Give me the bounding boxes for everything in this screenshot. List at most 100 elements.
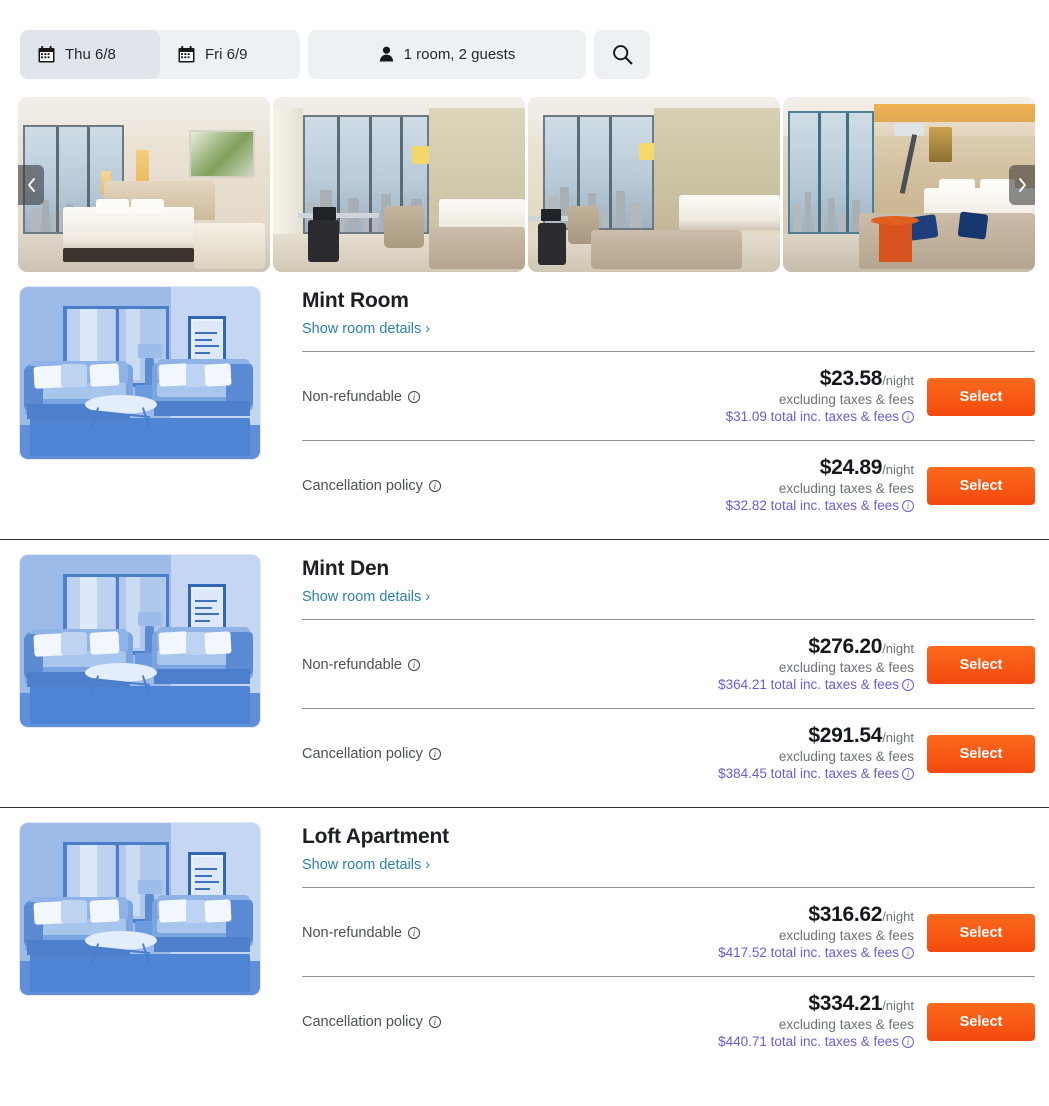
price-excluding-note: excluding taxes & fees bbox=[778, 391, 914, 407]
price-total-link[interactable]: $440.71 total inc. taxes & fees i bbox=[718, 1034, 914, 1050]
room-title: Loft Apartment bbox=[302, 825, 449, 848]
rate-policy-label: Cancellation policy bbox=[302, 1014, 423, 1030]
occupancy-field[interactable]: 1 room, 2 guests bbox=[308, 29, 586, 79]
info-icon[interactable]: i bbox=[902, 946, 914, 959]
chevron-right-icon: › bbox=[421, 321, 431, 337]
price-line: $23.58/night bbox=[726, 367, 914, 392]
show-room-details-link[interactable]: Show room details › bbox=[302, 321, 430, 337]
price-per-night: $291.54 bbox=[808, 724, 883, 748]
rate-row: Cancellation policy i $291.54/night excl… bbox=[302, 708, 1035, 797]
price-unit: /night bbox=[882, 998, 914, 1014]
carousel-prev-button[interactable] bbox=[18, 164, 44, 205]
select-button[interactable]: Select bbox=[927, 914, 1035, 952]
rate-row: Cancellation policy i $24.89/night exclu… bbox=[302, 440, 1035, 529]
info-icon[interactable]: i bbox=[407, 927, 420, 939]
info-icon[interactable]: i bbox=[902, 1035, 914, 1048]
room-photo-desk-lounge bbox=[273, 97, 525, 272]
rate-price-block: $291.54/night excluding taxes & fees $38… bbox=[718, 724, 927, 784]
rate-policy: Non-refundable i bbox=[302, 657, 718, 673]
info-icon[interactable]: i bbox=[428, 748, 441, 760]
room-photo-bed-lamp bbox=[783, 97, 1035, 272]
room-thumbnail[interactable] bbox=[20, 287, 260, 459]
rate-price-block: $276.20/night excluding taxes & fees $36… bbox=[718, 635, 927, 695]
info-icon[interactable]: i bbox=[407, 391, 420, 403]
price-total-line: $31.09 total inc. taxes & fees i bbox=[726, 408, 914, 427]
price-total-link[interactable]: $364.21 total inc. taxes & fees i bbox=[718, 677, 914, 693]
rate-policy: Cancellation policy i bbox=[302, 746, 718, 762]
price-per-night: $276.20 bbox=[808, 635, 883, 659]
carousel-slide[interactable] bbox=[273, 97, 525, 272]
price-total-label: $417.52 total inc. taxes & fees bbox=[718, 944, 899, 960]
price-per-night: $334.21 bbox=[808, 992, 883, 1016]
chevron-right-icon: › bbox=[421, 857, 431, 873]
price-per-night: $24.89 bbox=[819, 456, 883, 480]
rate-price-block: $334.21/night excluding taxes & fees $44… bbox=[718, 992, 927, 1052]
rate-row: Cancellation policy i $334.21/night excl… bbox=[302, 976, 1035, 1065]
show-room-details-link[interactable]: Show room details › bbox=[302, 589, 430, 605]
select-button[interactable]: Select bbox=[927, 467, 1035, 505]
price-line: $24.89/night bbox=[726, 456, 914, 481]
select-button[interactable]: Select bbox=[927, 1003, 1035, 1041]
info-icon[interactable]: i bbox=[428, 480, 441, 492]
select-button[interactable]: Select bbox=[927, 735, 1035, 773]
price-total-line: $364.21 total inc. taxes & fees i bbox=[718, 676, 914, 695]
show-room-details-link[interactable]: Show room details › bbox=[302, 857, 430, 873]
price-excluding-note: excluding taxes & fees bbox=[778, 748, 914, 764]
check-in-field[interactable]: Thu 6/8 bbox=[20, 29, 160, 79]
price-total-link[interactable]: $417.52 total inc. taxes & fees i bbox=[718, 945, 914, 961]
room-list: Mint Room Show room details › Non-refund… bbox=[0, 272, 1049, 1075]
calendar-icon bbox=[38, 45, 55, 63]
photo-carousel bbox=[18, 97, 1035, 272]
price-total-label: $384.45 total inc. taxes & fees bbox=[718, 765, 899, 781]
search-button[interactable] bbox=[594, 29, 650, 79]
price-unit: /night bbox=[882, 373, 914, 389]
price-unit: /night bbox=[882, 909, 914, 925]
price-per-night: $23.58 bbox=[819, 367, 883, 391]
room-thumbnail[interactable] bbox=[20, 823, 260, 995]
carousel-slide[interactable] bbox=[528, 97, 780, 272]
info-icon[interactable]: i bbox=[902, 410, 914, 423]
price-total-link[interactable]: $32.82 total inc. taxes & fees i bbox=[726, 498, 914, 514]
rate-policy: Non-refundable i bbox=[302, 925, 718, 941]
rate-policy: Non-refundable i bbox=[302, 389, 726, 405]
room-section: Loft Apartment Show room details › Non-r… bbox=[0, 807, 1049, 1075]
room-title: Mint Den bbox=[302, 557, 390, 580]
show-room-details-label: Show room details bbox=[302, 857, 422, 873]
info-icon[interactable]: i bbox=[902, 767, 914, 780]
room-thumbnail[interactable] bbox=[20, 555, 260, 727]
rate-policy-label: Non-refundable bbox=[302, 657, 402, 673]
room-section: Mint Den Show room details › Non-refunda… bbox=[0, 539, 1049, 807]
carousel-slide[interactable] bbox=[783, 97, 1035, 272]
info-icon[interactable]: i bbox=[902, 499, 914, 512]
price-total-link[interactable]: $384.45 total inc. taxes & fees i bbox=[718, 766, 914, 782]
price-line: $276.20/night bbox=[718, 635, 914, 660]
price-total-label: $364.21 total inc. taxes & fees bbox=[718, 676, 899, 692]
room-title: Mint Room bbox=[302, 289, 409, 312]
rate-price-block: $24.89/night excluding taxes & fees $32.… bbox=[726, 456, 927, 516]
rate-row: Non-refundable i $23.58/night excluding … bbox=[302, 351, 1035, 440]
chevron-right-icon: › bbox=[421, 589, 431, 605]
check-out-value: Fri 6/9 bbox=[205, 45, 248, 63]
rate-policy: Cancellation policy i bbox=[302, 478, 726, 494]
carousel-next-button[interactable] bbox=[1009, 164, 1035, 205]
carousel-slide[interactable] bbox=[18, 97, 270, 272]
price-total-line: $440.71 total inc. taxes & fees i bbox=[718, 1033, 914, 1052]
price-total-label: $31.09 total inc. taxes & fees bbox=[725, 408, 899, 424]
check-out-field[interactable]: Fri 6/9 bbox=[160, 29, 300, 79]
select-button[interactable]: Select bbox=[927, 378, 1035, 416]
rate-policy-label: Cancellation policy bbox=[302, 746, 423, 762]
person-icon bbox=[379, 46, 394, 62]
rate-policy-label: Non-refundable bbox=[302, 389, 402, 405]
price-excluding-note: excluding taxes & fees bbox=[778, 480, 914, 496]
rate-price-block: $316.62/night excluding taxes & fees $41… bbox=[718, 903, 927, 963]
price-total-link[interactable]: $31.09 total inc. taxes & fees i bbox=[726, 409, 914, 425]
info-icon[interactable]: i bbox=[407, 659, 420, 671]
occupancy-value: 1 room, 2 guests bbox=[403, 45, 516, 63]
price-unit: /night bbox=[882, 462, 914, 478]
search-icon bbox=[612, 44, 633, 65]
price-excluding-note: excluding taxes & fees bbox=[778, 659, 914, 675]
select-button[interactable]: Select bbox=[927, 646, 1035, 684]
room-photo-sofa-desk bbox=[528, 97, 780, 272]
info-icon[interactable]: i bbox=[428, 1016, 441, 1028]
info-icon[interactable]: i bbox=[902, 678, 914, 691]
